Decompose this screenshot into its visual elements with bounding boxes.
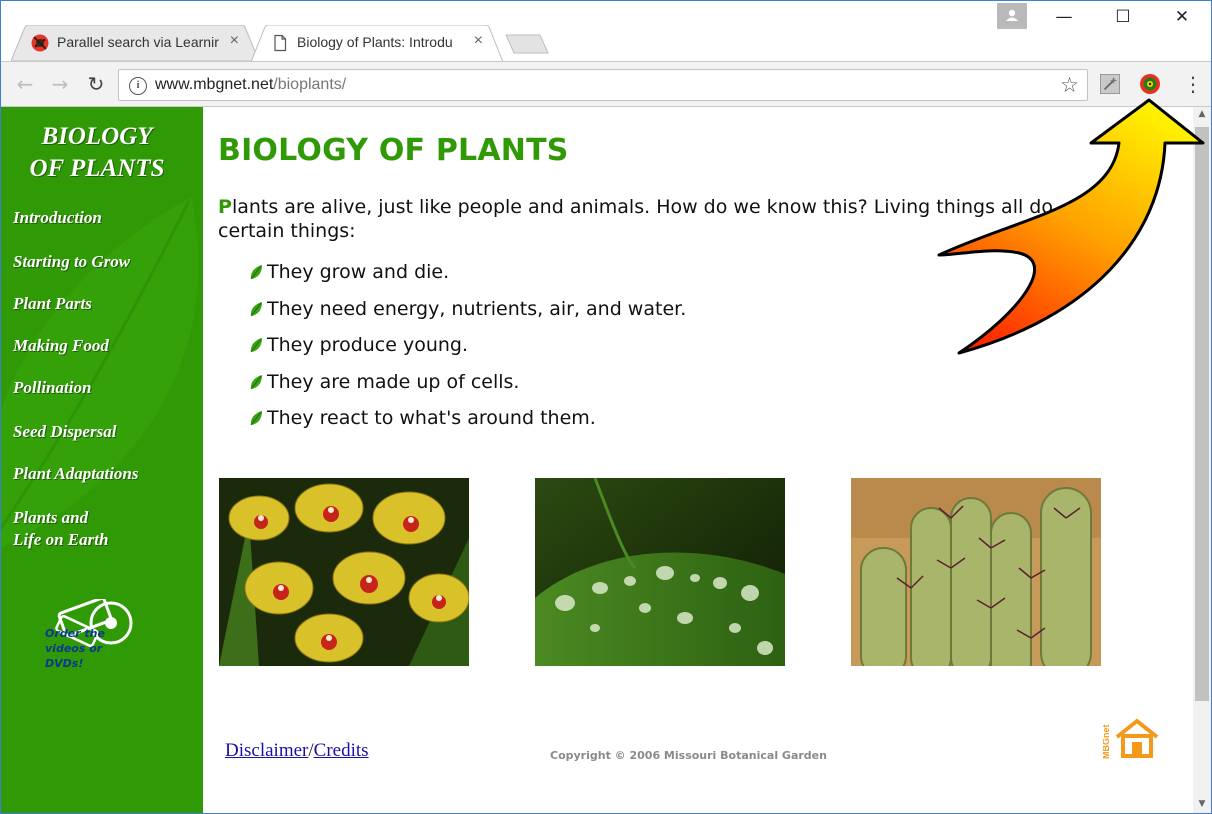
characteristics-list: They grow and die. They need energy, nut… [247,259,686,442]
info-icon[interactable]: i [129,77,147,95]
order-videos-link[interactable]: Order the videos or DVDs! [45,626,125,671]
scroll-down-arrow-icon[interactable]: ▼ [1193,799,1211,813]
title-bar: Parallel search via Learnir × Biology of… [1,1,1211,61]
sidebar-item-plant-parts[interactable]: Plant Parts [13,293,92,315]
sidebar-item-making-food[interactable]: Making Food [13,335,109,357]
url-path: /bioplants/ [273,76,347,93]
leaf-bullet-icon [250,411,262,426]
tab-title: Biology of Plants: Introdu [297,34,453,50]
site-title-line2: OF PLANTS [29,155,165,182]
sidebar-item-introduction[interactable]: Introduction [13,207,102,229]
copyright-text: Copyright © 2006 Missouri Botanical Gard… [550,749,827,762]
list-item-text: They produce young. [267,334,469,356]
browser-window: Parallel search via Learnir × Biology of… [0,0,1212,814]
list-item: They react to what's around them. [247,405,686,442]
list-item: They produce young. [247,332,686,369]
sidebar-item-plants-and-life[interactable]: Plants and Life on Earth [13,507,108,551]
yellow-orchid-photo [219,478,469,666]
tab-biology-of-plants[interactable]: Biology of Plants: Introdu × [251,25,503,61]
list-item-text: They need energy, nutrients, air, and wa… [267,297,687,320]
nav-label-line2: Life on Earth [13,530,109,549]
browser-menu-icon[interactable]: ⋮ [1183,72,1203,96]
intro-text: lants are alive, just like people and an… [218,196,1053,242]
list-item: They are made up of cells. [247,369,686,406]
bookmark-star-icon[interactable]: ☆ [1060,73,1079,97]
tab-close-icon[interactable]: × [474,32,483,50]
cactus-spines-photo [851,478,1101,666]
new-tab-button[interactable] [504,33,550,55]
person-icon [1006,9,1018,21]
extension-target-icon[interactable] [1139,73,1161,95]
extension-wand-icon[interactable] [1100,74,1120,94]
annotation-arrow-icon [937,98,1205,355]
intro-drop-cap: P [218,196,232,218]
forward-button[interactable]: → [46,70,74,98]
leaf-bullet-icon [250,301,262,316]
leaf-bullet-icon [250,338,262,353]
back-button[interactable]: ← [11,70,39,98]
ladybug-icon [31,34,49,52]
profile-button[interactable] [997,3,1027,29]
reload-button[interactable]: ↻ [82,70,110,98]
leaf-water-drops-photo [535,478,785,666]
site-title-line1: BIOLOGY [41,123,153,150]
list-item-text: They react to what's around them. [267,407,596,429]
list-item: They need energy, nutrients, air, and wa… [247,296,686,333]
footer-links: Disclaimer/Credits [225,740,369,762]
leaf-bullet-icon [250,265,262,280]
wand-icon [1103,76,1118,91]
leaf-bullet-icon [250,374,262,389]
disclaimer-link[interactable]: Disclaimer [225,740,308,761]
list-item-text: They grow and die. [267,261,450,283]
sidebar-item-seed-dispersal[interactable]: Seed Dispersal [13,421,116,443]
page-title: BIOLOGY OF PLANTS [218,133,569,168]
nav-label-line1: Plants and [13,508,89,527]
maximize-button[interactable]: ☐ [1108,7,1138,31]
mbgnet-home-icon[interactable]: MBGnet [1103,715,1163,761]
site-title: BIOLOGY OF PLANTS [1,121,193,185]
home-logo-text: MBGnet [1103,725,1111,760]
url-host: www.mbgnet.net [155,76,274,93]
tab-close-icon[interactable]: × [230,32,239,50]
sidebar-item-plant-adaptations[interactable]: Plant Adaptations [13,463,138,485]
sidebar-item-starting-to-grow[interactable]: Starting to Grow [13,251,130,273]
sidebar-item-pollination[interactable]: Pollination [13,377,91,399]
list-item: They grow and die. [247,259,686,296]
tab-parallel-search[interactable]: Parallel search via Learnir × [11,25,259,61]
url-text[interactable]: www.mbgnet.net/bioplants/ [155,76,346,94]
credits-link[interactable]: Credits [314,740,369,761]
page-icon [274,34,287,52]
close-window-button[interactable]: ✕ [1167,7,1197,31]
minimize-button[interactable]: — [1049,7,1079,31]
sidebar: BIOLOGY OF PLANTS Introduction Starting … [1,107,203,813]
list-item-text: They are made up of cells. [267,370,520,393]
tab-title: Parallel search via Learnir [57,34,219,50]
